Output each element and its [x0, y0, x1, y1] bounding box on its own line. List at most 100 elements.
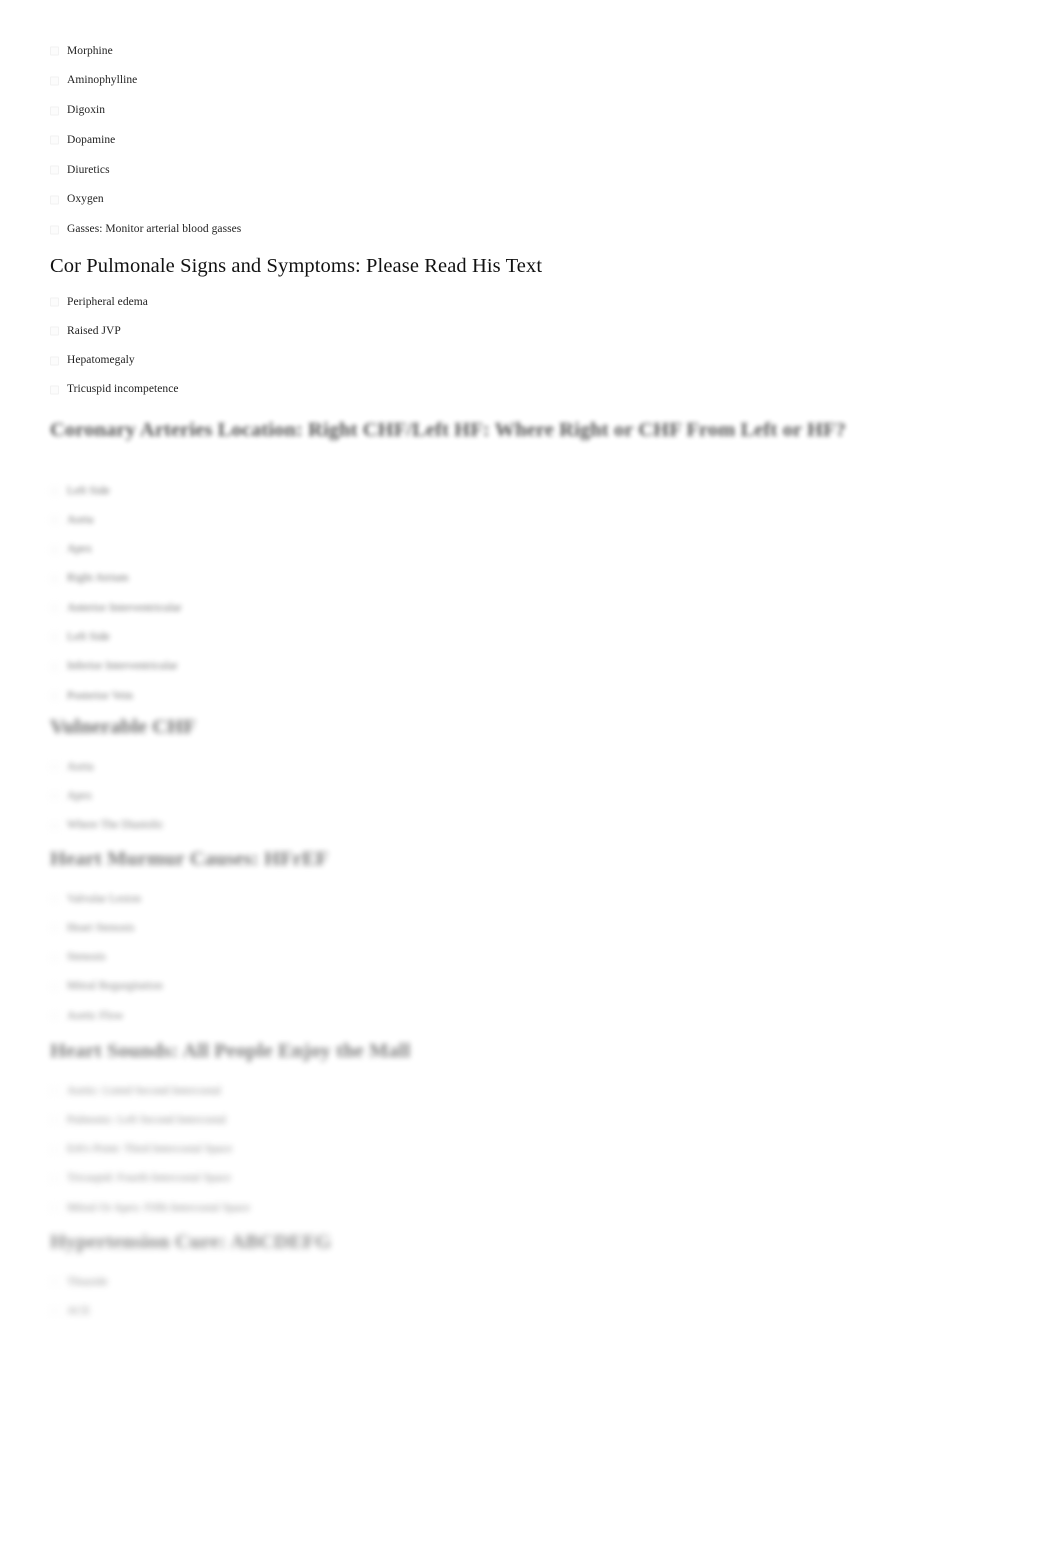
checkbox-icon[interactable]: [50, 662, 59, 672]
list-item[interactable]: Gasses: Monitor arterial blood gasses: [50, 223, 1010, 237]
checkbox-icon[interactable]: [50, 691, 59, 701]
list-item[interactable]: Mitral Regurgitation: [50, 980, 1010, 994]
checkbox-icon[interactable]: [50, 545, 59, 555]
list-item[interactable]: Stenosis: [50, 951, 1010, 965]
list-item[interactable]: Aortic Flow: [50, 1009, 1010, 1023]
checkbox-icon[interactable]: [50, 1086, 59, 1096]
list-item-label: Oxygen: [67, 193, 104, 206]
checkbox-icon[interactable]: [50, 762, 59, 772]
list-item[interactable]: Digoxin: [50, 104, 1010, 118]
list-item-label: Where The Diastolic: [67, 819, 164, 832]
list-item[interactable]: Right Atrium: [50, 572, 1010, 586]
list-item[interactable]: ACE: [50, 1304, 1010, 1318]
treatment-drugs-list: Morphine Aminophylline Digoxin Dopamine …: [50, 44, 1010, 253]
section-heading-cor-pulmonale: Cor Pulmonale Signs and Symptoms: Please…: [50, 255, 543, 277]
list-item[interactable]: Left Side: [50, 630, 1010, 644]
list-item-label: Pulmonic: Left Second Intercostal: [67, 1113, 227, 1126]
list-item[interactable]: Aorta: [50, 513, 1010, 527]
list-item-label: Diuretics: [67, 163, 110, 176]
vulnerable-chf-list: Aorta Apex Where The Diastolic: [50, 760, 1010, 848]
list-item[interactable]: Tricuspid incompetence: [50, 383, 1010, 397]
checkbox-icon[interactable]: [50, 1145, 59, 1155]
list-item[interactable]: Valvular Lesion: [50, 892, 1010, 906]
heart-murmur-list: Valvular Lesion Heart Stenosis Stenosis …: [50, 892, 1010, 1038]
list-item-label: Aminophylline: [67, 74, 138, 87]
section-heading-heart-murmur-block: Heart Murmur Causes: HFrEF: [50, 846, 1010, 872]
checkbox-icon[interactable]: [50, 1306, 59, 1316]
list-item-label: Mitral Or Apex: Fifth Intercostal Space: [67, 1201, 251, 1214]
list-item-label: Thiazide: [67, 1275, 108, 1288]
checkbox-icon[interactable]: [50, 982, 59, 992]
section-heading-vulnerable-chf: Vulnerable CHF: [50, 716, 196, 738]
list-item[interactable]: Apex: [50, 789, 1010, 803]
checkbox-icon[interactable]: [50, 46, 59, 56]
checkbox-icon[interactable]: [50, 195, 59, 205]
list-item[interactable]: Posterior Vein: [50, 689, 1010, 703]
list-item[interactable]: Pulmonic: Left Second Intercostal: [50, 1113, 1010, 1127]
checkbox-icon[interactable]: [50, 225, 59, 235]
cor-pulmonale-list: Peripheral edema Raised JVP Hepatomegaly…: [50, 295, 1010, 412]
list-item-label: Peripheral edema: [67, 295, 148, 308]
heart-sounds-list: Aortic: Listed Second Intercostal Pulmon…: [50, 1084, 1010, 1230]
list-item[interactable]: Hepatomegaly: [50, 354, 1010, 368]
list-item-label: Apex: [67, 789, 93, 802]
checkbox-icon[interactable]: [50, 953, 59, 963]
checkbox-icon[interactable]: [50, 356, 59, 366]
list-item-label: Gasses: Monitor arterial blood gasses: [67, 223, 242, 236]
list-item[interactable]: Where The Diastolic: [50, 819, 1010, 833]
checkbox-icon[interactable]: [50, 1115, 59, 1125]
list-item[interactable]: Tricuspid: Fourth Intercostal Space: [50, 1172, 1010, 1186]
checkbox-icon[interactable]: [50, 486, 59, 496]
checkbox-icon[interactable]: [50, 135, 59, 145]
checkbox-icon[interactable]: [50, 297, 59, 307]
checkbox-icon[interactable]: [50, 1277, 59, 1287]
list-item-label: Erb's Point: Third Intercostal Space: [67, 1143, 233, 1156]
list-item[interactable]: Mitral Or Apex: Fifth Intercostal Space: [50, 1201, 1010, 1215]
list-item[interactable]: Anterior Interventricular: [50, 601, 1010, 615]
list-item-label: Posterior Vein: [67, 689, 133, 702]
checkbox-icon[interactable]: [50, 106, 59, 116]
checkbox-icon[interactable]: [50, 515, 59, 525]
list-item[interactable]: Inferior Interventricular: [50, 660, 1010, 674]
list-item-label: Anterior Interventricular: [67, 601, 182, 614]
list-item[interactable]: Peripheral edema: [50, 295, 1010, 309]
checkbox-icon[interactable]: [50, 165, 59, 175]
checkbox-icon[interactable]: [50, 821, 59, 831]
list-item-label: Stenosis: [67, 951, 106, 964]
checkbox-icon[interactable]: [50, 923, 59, 933]
checkbox-icon[interactable]: [50, 76, 59, 86]
list-item[interactable]: Apex: [50, 543, 1010, 557]
checkbox-icon[interactable]: [50, 1174, 59, 1184]
list-item-label: Left Side: [67, 484, 110, 497]
checkbox-icon[interactable]: [50, 632, 59, 642]
checkbox-icon[interactable]: [50, 894, 59, 904]
list-item[interactable]: Dopamine: [50, 133, 1010, 147]
checkbox-icon[interactable]: [50, 1011, 59, 1021]
list-item[interactable]: Heart Stenosis: [50, 921, 1010, 935]
section-heading-heart-sounds: Heart Sounds: All People Enjoy the Mall: [50, 1040, 411, 1062]
list-item[interactable]: Aorta: [50, 760, 1010, 774]
checkbox-icon[interactable]: [50, 326, 59, 336]
list-item-label: Tricuspid incompetence: [67, 383, 179, 396]
checkbox-icon[interactable]: [50, 603, 59, 613]
list-item[interactable]: Raised JVP: [50, 324, 1010, 338]
section-heading-hypertension: Hypertension Cure: ABCDEFG: [50, 1231, 332, 1253]
list-item-label: Left Side: [67, 630, 110, 643]
list-item[interactable]: Aminophylline: [50, 74, 1010, 88]
list-item[interactable]: Morphine: [50, 44, 1010, 58]
list-item-label: Aortic Flow: [67, 1009, 124, 1022]
checkbox-icon[interactable]: [50, 791, 59, 801]
list-item-label: Digoxin: [67, 104, 106, 117]
section-heading-vulnerable-chf-block: Vulnerable CHF: [50, 714, 1010, 740]
checkbox-icon[interactable]: [50, 385, 59, 395]
list-item[interactable]: Oxygen: [50, 193, 1010, 207]
list-item[interactable]: Aortic: Listed Second Intercostal: [50, 1084, 1010, 1098]
list-item[interactable]: Left Side: [50, 484, 1010, 498]
list-item[interactable]: Erb's Point: Third Intercostal Space: [50, 1143, 1010, 1157]
list-item[interactable]: Thiazide: [50, 1275, 1010, 1289]
list-item-label: Mitral Regurgitation: [67, 980, 163, 993]
list-item[interactable]: Diuretics: [50, 163, 1010, 177]
checkbox-icon[interactable]: [50, 574, 59, 584]
list-item-label: Valvular Lesion: [67, 892, 141, 905]
checkbox-icon[interactable]: [50, 1203, 59, 1213]
